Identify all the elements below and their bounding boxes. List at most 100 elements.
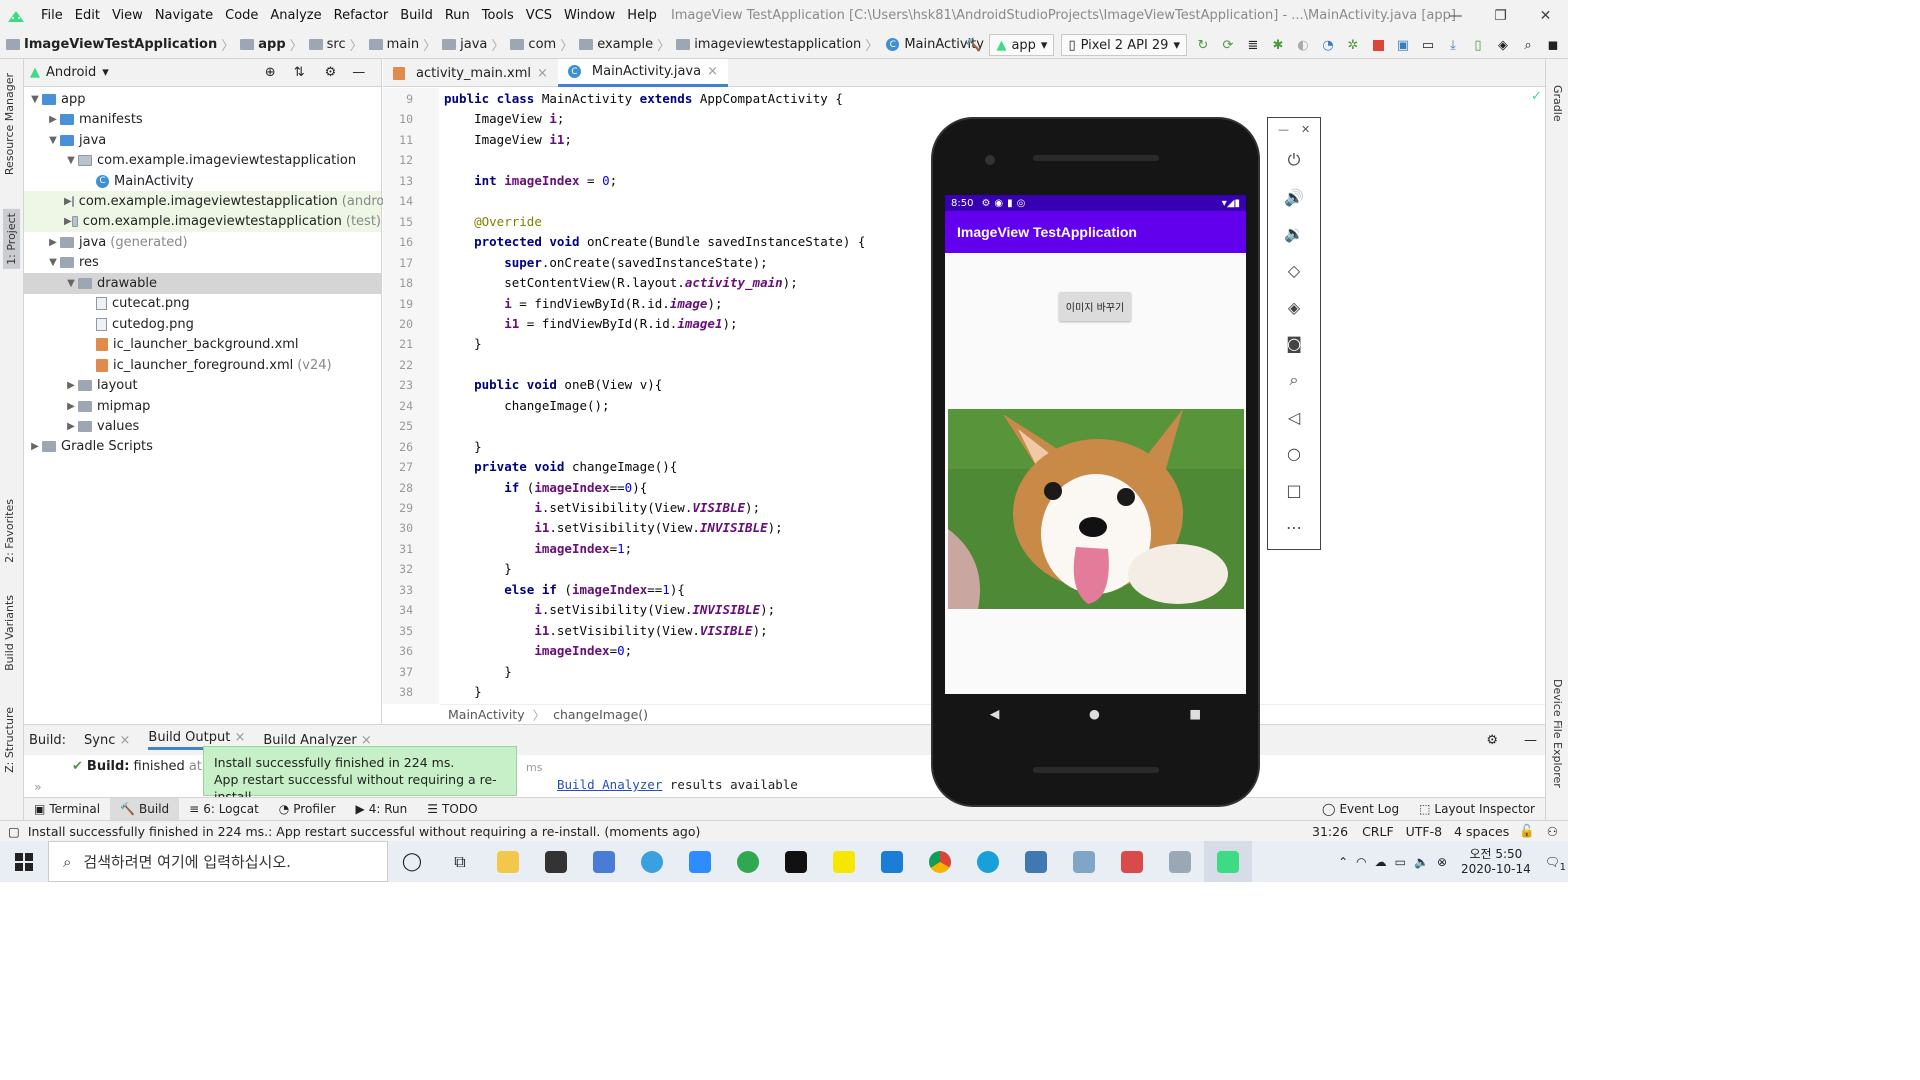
chevron-down-icon[interactable]: ▼ <box>28 94 42 105</box>
chevron-right-icon[interactable]: ▶ <box>64 216 72 227</box>
debug-icon[interactable]: ✱ <box>1269 36 1287 54</box>
chevron-right-icon[interactable]: ▶ <box>64 401 78 412</box>
settings-app-icon[interactable] <box>580 841 628 882</box>
store-icon[interactable] <box>532 841 580 882</box>
battery-icon[interactable]: ▭ <box>1395 855 1406 869</box>
tree-item[interactable]: ▶com.example.imageviewtestapplication(an… <box>24 191 427 212</box>
menu-window[interactable]: Window <box>558 8 621 23</box>
device-manager-icon[interactable]: ▯ <box>1469 36 1487 54</box>
tree-item[interactable]: ▶ manifests <box>24 109 381 130</box>
crumb-app[interactable]: app 〉 <box>234 35 303 54</box>
restore-icon[interactable]: ❐ <box>1478 0 1523 31</box>
tree-item[interactable]: ▼ drawable <box>24 273 381 294</box>
tab-build-variants[interactable]: Build Variants <box>3 595 16 671</box>
tree-item[interactable]: C MainActivity <box>24 171 381 192</box>
tree-item[interactable]: ▶ layout <box>24 375 381 396</box>
python-icon[interactable] <box>1012 841 1060 882</box>
start-button[interactable] <box>0 841 48 882</box>
back-icon[interactable]: ◁ <box>1282 405 1306 429</box>
apply-code-changes-icon[interactable]: ≣ <box>1244 36 1262 54</box>
change-image-button[interactable]: 이미지 바꾸기 <box>1059 292 1131 321</box>
tree-item[interactable]: ▶ values <box>24 416 381 437</box>
chevron-up-icon[interactable]: ⌃ <box>1338 855 1348 869</box>
tool-todo[interactable]: ☰ TODO <box>417 798 487 821</box>
tree-item[interactable]: ▼ res <box>24 253 381 274</box>
menu-file[interactable]: File <box>35 8 69 23</box>
minimize-icon[interactable]: — <box>1433 0 1478 31</box>
app-icon[interactable] <box>1156 841 1204 882</box>
profile-icon[interactable]: ◔ <box>1319 36 1337 54</box>
rotate-right-icon[interactable]: ◈ <box>1282 295 1306 319</box>
menu-help[interactable]: Help <box>621 8 663 23</box>
locate-icon[interactable]: ⊕ <box>265 65 276 80</box>
run-config-select[interactable]: ▲ app ▾ <box>989 34 1055 56</box>
crumb-java[interactable]: java 〉 <box>436 35 504 54</box>
tool-terminal[interactable]: ▣ Terminal <box>24 798 110 821</box>
vscode-icon[interactable] <box>868 841 916 882</box>
inspector-icon[interactable]: ⚇ <box>1547 824 1558 839</box>
hide-icon[interactable]: — <box>1524 733 1537 748</box>
tool-logcat[interactable]: ≡ 6: Logcat <box>179 798 269 821</box>
menu-edit[interactable]: Edit <box>69 8 106 23</box>
file-encoding[interactable]: UTF-8 <box>1406 824 1442 839</box>
tree-item[interactable]: cutedog.png <box>24 314 381 335</box>
tab-activity-main-xml[interactable]: activity_main.xml × <box>383 59 558 87</box>
crumb-package[interactable]: imageviewtestapplication 〉 <box>670 35 878 54</box>
cortana-icon[interactable]: ◯ <box>388 841 436 882</box>
maps-app-icon[interactable] <box>724 841 772 882</box>
gear-icon[interactable]: ⚙ <box>1486 733 1498 748</box>
tab-main-activity-java[interactable]: C MainActivity.java × <box>557 59 728 87</box>
close-icon[interactable]: ✕ <box>1301 123 1310 136</box>
minimize-icon[interactable]: — <box>1278 123 1289 136</box>
collapse-all-icon[interactable]: ⇅ <box>294 65 305 80</box>
ie-icon[interactable] <box>628 841 676 882</box>
tab-resource-manager[interactable]: Resource Manager <box>3 73 16 175</box>
crumb-class[interactable]: MainActivity <box>448 707 525 722</box>
tool-run[interactable]: ▶ 4: Run <box>346 798 418 821</box>
chevron-right-icon[interactable]: ▶ <box>64 196 72 207</box>
avd-manager-icon[interactable]: ▭ <box>1419 36 1437 54</box>
android-studio-taskbar-icon[interactable] <box>1204 841 1252 882</box>
tool-profiler[interactable]: ◔ Profiler <box>269 798 346 821</box>
chevron-down-icon[interactable]: ▼ <box>64 278 78 289</box>
tree-item[interactable]: ic_launcher_foreground.xml (v24) <box>24 355 381 376</box>
menu-build[interactable]: Build <box>394 8 439 23</box>
install-toast[interactable]: Install successfully finished in 224 ms.… <box>203 746 517 804</box>
overview-icon[interactable]: □ <box>1282 478 1306 502</box>
tab-device-file-explorer[interactable]: Device File Explorer <box>1551 679 1564 788</box>
tab-sync[interactable]: Sync × <box>84 733 130 748</box>
netflix-icon[interactable] <box>772 841 820 882</box>
back-icon[interactable]: ◀ <box>990 706 1000 721</box>
clock[interactable]: 오전 5:50 2020-10-14 <box>1461 847 1531 877</box>
kakaotalk-icon[interactable] <box>820 841 868 882</box>
tool-build[interactable]: 🔨 Build <box>110 797 180 821</box>
crumb-method[interactable]: changeImage() <box>553 707 648 722</box>
tree-item[interactable]: ic_launcher_background.xml <box>24 334 381 355</box>
tree-item[interactable]: ▼ java <box>24 130 381 151</box>
close-icon[interactable]: × <box>707 64 718 79</box>
chevron-right-icon[interactable]: ▶ <box>28 441 42 452</box>
tab-structure[interactable]: Z: Structure <box>3 707 16 773</box>
app-icon[interactable] <box>1060 841 1108 882</box>
chevron-right-icon[interactable]: ▶ <box>64 380 78 391</box>
project-view-select[interactable]: Android <box>46 65 96 80</box>
menu-run[interactable]: Run <box>439 8 476 23</box>
camera-icon[interactable]: ◙ <box>1282 331 1306 355</box>
lock-icon[interactable]: 🔓 <box>1519 823 1535 839</box>
user-icon[interactable]: ◼ <box>1544 36 1562 54</box>
chevron-right-icon[interactable]: ▶ <box>64 421 78 432</box>
sdk-manager-icon[interactable]: ⤓ <box>1444 36 1462 54</box>
more-icon[interactable]: ⋯ <box>1282 515 1306 539</box>
line-separator[interactable]: CRLF <box>1362 824 1394 839</box>
tree-item[interactable]: ▼ com.example.imageviewtestapplication <box>24 150 381 171</box>
ime-icon[interactable]: ⊗ <box>1437 855 1447 869</box>
home-icon[interactable]: ● <box>1089 706 1100 721</box>
tree-item[interactable]: cutecat.png <box>24 294 381 315</box>
app-icon[interactable] <box>1108 841 1156 882</box>
zoom-icon[interactable]: ⌕ <box>1282 368 1306 392</box>
crumb-example[interactable]: example 〉 <box>573 35 670 54</box>
plugin-icon[interactable]: ◈ <box>1494 36 1512 54</box>
recents-icon[interactable]: ■ <box>1189 706 1201 721</box>
menu-analyze[interactable]: Analyze <box>264 8 327 23</box>
tree-item[interactable]: ▶ mipmap <box>24 396 381 417</box>
